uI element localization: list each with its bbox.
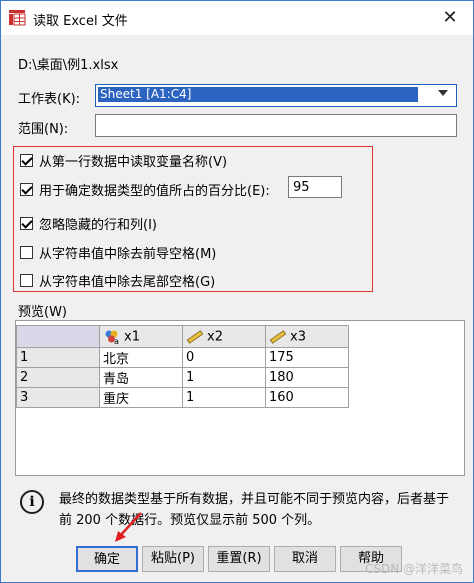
option-ignore-hidden[interactable]: 忽略隐藏的行和列(I): [20, 214, 157, 233]
table-cell: 0: [182, 347, 266, 368]
row-number: 2: [16, 367, 100, 388]
chevron-down-icon[interactable]: [438, 90, 448, 96]
table-cell: 160: [265, 387, 349, 408]
svg-text:a: a: [114, 337, 119, 345]
column-header-x3: x3: [265, 325, 349, 348]
scale-ruler-icon: [186, 329, 204, 344]
watermark: CSDN @洋洋菜鸟: [364, 562, 463, 576]
option-label: 从第一行数据中读取变量名称(V): [39, 155, 228, 170]
percent-input[interactable]: 95: [288, 176, 342, 198]
table-cell: 175: [265, 347, 349, 368]
option-trim-trailing[interactable]: 从字符串值中除去尾部空格(G): [20, 271, 215, 290]
column-name: x1: [124, 329, 140, 344]
column-name: x3: [290, 329, 306, 344]
table-row: 1 北京 0 175: [16, 347, 349, 368]
preview-table: a x1 x2 x3 1 北京 0 175 2 青岛 1 180 3 重庆 1 …: [16, 325, 349, 408]
table-cell: 青岛: [99, 367, 183, 388]
option-label: 从字符串值中除去尾部空格(G): [39, 275, 216, 290]
row-number: 1: [16, 347, 100, 368]
range-input[interactable]: [95, 114, 457, 137]
table-cell: 1: [182, 367, 266, 388]
column-header-x2: x2: [182, 325, 266, 348]
table-row: 2 青岛 1 180: [16, 367, 349, 388]
range-label: 范围(N):: [18, 122, 69, 137]
table-row: 3 重庆 1 160: [16, 387, 349, 408]
worksheet-label: 工作表(K):: [18, 92, 81, 107]
option-label: 忽略隐藏的行和列(I): [39, 218, 157, 233]
file-path: D:\桌面\例1.xlsx: [18, 58, 119, 73]
option-read-var-names[interactable]: 从第一行数据中读取变量名称(V): [20, 151, 227, 170]
close-icon[interactable]: ✕: [439, 8, 461, 28]
option-label: 用于确定数据类型的值所占的百分比(E):: [39, 184, 270, 199]
option-percent-values[interactable]: 用于确定数据类型的值所占的百分比(E):: [20, 180, 270, 199]
reset-button[interactable]: 重置(R): [208, 546, 270, 572]
preview-panel[interactable]: a x1 x2 x3 1 北京 0 175 2 青岛 1 180 3 重庆 1 …: [15, 320, 465, 476]
row-number: 3: [16, 387, 100, 408]
paste-button[interactable]: 粘贴(P): [142, 546, 204, 572]
trim-leading-checkbox[interactable]: [20, 246, 33, 259]
corner-cell: [16, 325, 100, 348]
annotation-arrow-icon: [115, 512, 142, 542]
column-name: x2: [207, 329, 223, 344]
option-trim-leading[interactable]: 从字符串值中除去前导空格(M): [20, 243, 216, 262]
option-label: 从字符串值中除去前导空格(M): [39, 247, 217, 262]
worksheet-select[interactable]: Sheet1 [A1:C4]: [95, 84, 457, 107]
scale-ruler-icon: [269, 329, 287, 344]
table-cell: 1: [182, 387, 266, 408]
preview-label: 预览(W): [18, 305, 67, 320]
excel-read-dialog: 读取 Excel 文件 ✕ D:\桌面\例1.xlsx 工作表(K): Shee…: [0, 0, 474, 583]
nominal-string-icon: a: [105, 330, 119, 345]
ignore-hidden-checkbox[interactable]: [20, 217, 33, 230]
spss-app-icon: [8, 9, 26, 26]
read-var-names-checkbox[interactable]: [20, 154, 33, 167]
percent-values-checkbox[interactable]: [20, 183, 33, 196]
worksheet-selected-value: Sheet1 [A1:C4]: [98, 87, 418, 102]
title-bar: 读取 Excel 文件 ✕: [1, 1, 473, 35]
cancel-button[interactable]: 取消: [274, 546, 336, 572]
trim-trailing-checkbox[interactable]: [20, 274, 33, 287]
table-cell: 北京: [99, 347, 183, 368]
window-title: 读取 Excel 文件: [33, 14, 128, 29]
table-header-row: a x1 x2 x3: [16, 325, 349, 348]
ok-button[interactable]: 确定: [76, 546, 138, 572]
column-header-x1: a x1: [99, 325, 183, 348]
info-icon: i: [20, 490, 44, 514]
table-cell: 180: [265, 367, 349, 388]
table-cell: 重庆: [99, 387, 183, 408]
